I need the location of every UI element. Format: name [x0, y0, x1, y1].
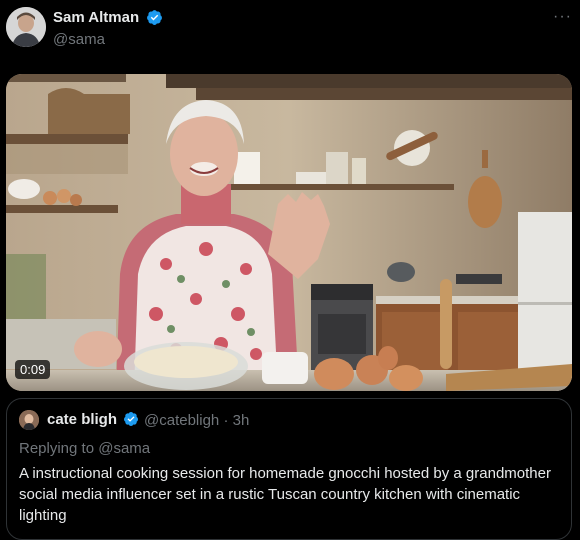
verified-badge-icon [123, 412, 138, 426]
quoted-author-handle[interactable]: @catebligh [144, 412, 219, 429]
author-name[interactable]: Sam Altman [53, 9, 139, 26]
meta-separator: · [223, 412, 233, 429]
quoted-timestamp[interactable]: 3h [233, 412, 250, 429]
quoted-author-name[interactable]: cate bligh [47, 411, 117, 428]
quoted-tweet-text: A instructional cooking session for home… [19, 465, 551, 524]
more-icon[interactable]: ··· [553, 8, 572, 26]
quoted-tweet[interactable]: cate bligh @catebligh · 3h Replying to @… [6, 398, 572, 540]
author-avatar[interactable] [6, 7, 46, 47]
author-handle[interactable]: @sama [53, 31, 105, 48]
quoted-author-meta[interactable]: @catebligh · 3h [144, 412, 249, 429]
video-duration: 0:09 [15, 360, 51, 379]
video-player[interactable] [6, 74, 572, 391]
quoted-author-avatar[interactable] [19, 410, 39, 430]
replying-to-label: Replying to [19, 440, 99, 457]
replying-to-handle[interactable]: @sama [98, 440, 150, 457]
video-frame [6, 74, 572, 391]
verified-badge-icon [147, 10, 162, 25]
replying-to: Replying to @sama [19, 440, 150, 457]
